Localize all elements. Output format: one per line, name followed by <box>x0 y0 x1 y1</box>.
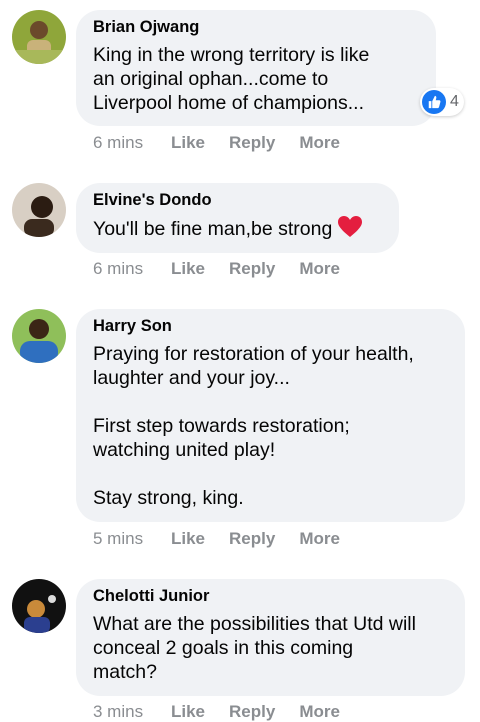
reaction-badge[interactable]: 4 <box>420 88 464 116</box>
reply-button[interactable]: Reply <box>229 259 275 279</box>
comment-text: What are the possibilities that Utd will… <box>93 613 416 683</box>
comment-bubble: Elvine's Dondo You'll be fine man,be str… <box>76 183 399 253</box>
reply-button[interactable]: Reply <box>229 529 275 549</box>
comment-actions: 3 mins Like Reply More <box>93 702 364 722</box>
like-button[interactable]: Like <box>171 702 205 722</box>
comment-actions: 5 mins Like Reply More <box>93 529 364 549</box>
comment-author[interactable]: Elvine's Dondo <box>93 191 381 210</box>
like-button[interactable]: Like <box>171 133 205 153</box>
timestamp[interactable]: 6 mins <box>93 259 171 279</box>
comment-bubble: Chelotti Junior What are the possibiliti… <box>76 579 465 696</box>
comment-author[interactable]: Chelotti Junior <box>93 587 447 606</box>
like-button[interactable]: Like <box>171 529 205 549</box>
comment-text: You'll be fine man,be strong <box>93 216 381 244</box>
timestamp[interactable]: 3 mins <box>93 702 171 722</box>
comment-text: King in the wrong territory is like an o… <box>93 44 370 114</box>
comment-actions: 6 mins Like Reply More <box>93 133 364 153</box>
avatar[interactable] <box>12 10 66 64</box>
more-button[interactable]: More <box>299 133 340 153</box>
more-button[interactable]: More <box>299 259 340 279</box>
more-button[interactable]: More <box>299 529 340 549</box>
like-icon <box>422 90 446 114</box>
comment-author[interactable]: Brian Ojwang <box>93 18 418 37</box>
avatar[interactable] <box>12 183 66 237</box>
timestamp[interactable]: 5 mins <box>93 529 171 549</box>
reaction-count: 4 <box>450 93 459 110</box>
comment-bubble: Brian Ojwang King in the wrong territory… <box>76 10 436 126</box>
reply-button[interactable]: Reply <box>229 702 275 722</box>
comment-bubble: Harry Son Praying for restoration of you… <box>76 309 465 522</box>
timestamp[interactable]: 6 mins <box>93 133 171 153</box>
like-button[interactable]: Like <box>171 259 205 279</box>
comment-actions: 6 mins Like Reply More <box>93 259 364 279</box>
avatar[interactable] <box>12 309 66 363</box>
more-button[interactable]: More <box>299 702 340 722</box>
avatar[interactable] <box>12 579 66 633</box>
comment-author[interactable]: Harry Son <box>93 317 447 336</box>
comment-text: Praying for restoration of your health, … <box>93 343 414 509</box>
reply-button[interactable]: Reply <box>229 133 275 153</box>
heart-icon <box>338 216 363 244</box>
